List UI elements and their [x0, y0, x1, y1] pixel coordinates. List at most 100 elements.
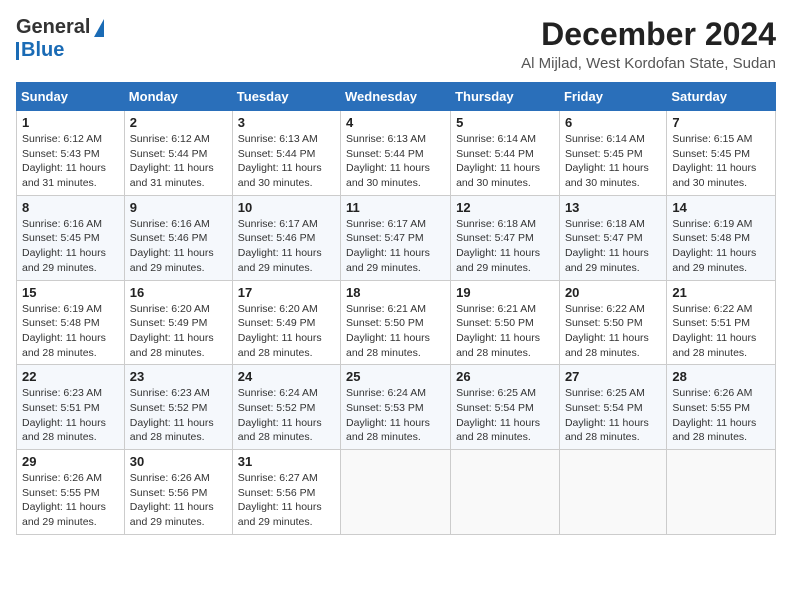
calendar-week-1: 1 Sunrise: 6:12 AMSunset: 5:43 PMDayligh…	[17, 111, 776, 196]
calendar-cell: 20 Sunrise: 6:22 AMSunset: 5:50 PMDaylig…	[559, 280, 666, 365]
calendar-cell: 4 Sunrise: 6:13 AMSunset: 5:44 PMDayligh…	[341, 111, 451, 196]
day-info: Sunrise: 6:20 AMSunset: 5:49 PMDaylight:…	[130, 303, 214, 359]
location: Al Mijlad, West Kordofan State, Sudan	[521, 55, 776, 72]
day-number: 12	[456, 200, 554, 215]
day-info: Sunrise: 6:14 AMSunset: 5:44 PMDaylight:…	[456, 133, 540, 189]
calendar-cell: 5 Sunrise: 6:14 AMSunset: 5:44 PMDayligh…	[451, 111, 560, 196]
calendar-header-row: SundayMondayTuesdayWednesdayThursdayFrid…	[17, 83, 776, 111]
calendar-cell	[341, 450, 451, 535]
day-number: 2	[130, 115, 227, 130]
day-number: 7	[672, 115, 770, 130]
day-info: Sunrise: 6:16 AMSunset: 5:46 PMDaylight:…	[130, 218, 214, 274]
day-number: 6	[565, 115, 661, 130]
calendar-cell: 18 Sunrise: 6:21 AMSunset: 5:50 PMDaylig…	[341, 280, 451, 365]
calendar-cell: 24 Sunrise: 6:24 AMSunset: 5:52 PMDaylig…	[232, 365, 340, 450]
calendar-cell	[559, 450, 666, 535]
day-info: Sunrise: 6:12 AMSunset: 5:44 PMDaylight:…	[130, 133, 214, 189]
day-info: Sunrise: 6:12 AMSunset: 5:43 PMDaylight:…	[22, 133, 106, 189]
day-number: 28	[672, 369, 770, 384]
day-info: Sunrise: 6:13 AMSunset: 5:44 PMDaylight:…	[238, 133, 322, 189]
day-number: 18	[346, 285, 445, 300]
calendar-cell: 31 Sunrise: 6:27 AMSunset: 5:56 PMDaylig…	[232, 450, 340, 535]
logo-triangle-icon	[94, 19, 104, 37]
calendar-cell: 25 Sunrise: 6:24 AMSunset: 5:53 PMDaylig…	[341, 365, 451, 450]
calendar-cell: 22 Sunrise: 6:23 AMSunset: 5:51 PMDaylig…	[17, 365, 125, 450]
day-info: Sunrise: 6:14 AMSunset: 5:45 PMDaylight:…	[565, 133, 649, 189]
day-info: Sunrise: 6:25 AMSunset: 5:54 PMDaylight:…	[565, 387, 649, 443]
day-number: 26	[456, 369, 554, 384]
calendar-cell: 1 Sunrise: 6:12 AMSunset: 5:43 PMDayligh…	[17, 111, 125, 196]
day-info: Sunrise: 6:24 AMSunset: 5:53 PMDaylight:…	[346, 387, 430, 443]
day-info: Sunrise: 6:18 AMSunset: 5:47 PMDaylight:…	[565, 218, 649, 274]
page-header: General Blue December 2024 Al Mijlad, We…	[16, 16, 776, 72]
day-info: Sunrise: 6:25 AMSunset: 5:54 PMDaylight:…	[456, 387, 540, 443]
day-info: Sunrise: 6:13 AMSunset: 5:44 PMDaylight:…	[346, 133, 430, 189]
day-info: Sunrise: 6:26 AMSunset: 5:56 PMDaylight:…	[130, 472, 214, 528]
day-number: 11	[346, 200, 445, 215]
calendar-cell: 29 Sunrise: 6:26 AMSunset: 5:55 PMDaylig…	[17, 450, 125, 535]
calendar-week-3: 15 Sunrise: 6:19 AMSunset: 5:48 PMDaylig…	[17, 280, 776, 365]
calendar-cell: 27 Sunrise: 6:25 AMSunset: 5:54 PMDaylig…	[559, 365, 666, 450]
day-number: 17	[238, 285, 335, 300]
day-info: Sunrise: 6:21 AMSunset: 5:50 PMDaylight:…	[456, 303, 540, 359]
day-info: Sunrise: 6:17 AMSunset: 5:46 PMDaylight:…	[238, 218, 322, 274]
day-info: Sunrise: 6:22 AMSunset: 5:51 PMDaylight:…	[672, 303, 756, 359]
day-number: 9	[130, 200, 227, 215]
day-number: 1	[22, 115, 119, 130]
calendar-cell: 8 Sunrise: 6:16 AMSunset: 5:45 PMDayligh…	[17, 195, 125, 280]
day-info: Sunrise: 6:23 AMSunset: 5:51 PMDaylight:…	[22, 387, 106, 443]
day-number: 13	[565, 200, 661, 215]
calendar-cell: 21 Sunrise: 6:22 AMSunset: 5:51 PMDaylig…	[667, 280, 776, 365]
day-number: 4	[346, 115, 445, 130]
day-number: 3	[238, 115, 335, 130]
calendar-week-2: 8 Sunrise: 6:16 AMSunset: 5:45 PMDayligh…	[17, 195, 776, 280]
calendar-header-wednesday: Wednesday	[341, 83, 451, 111]
calendar-cell	[451, 450, 560, 535]
logo-blue-line	[16, 42, 19, 60]
calendar-cell: 28 Sunrise: 6:26 AMSunset: 5:55 PMDaylig…	[667, 365, 776, 450]
calendar-cell: 7 Sunrise: 6:15 AMSunset: 5:45 PMDayligh…	[667, 111, 776, 196]
calendar-cell: 13 Sunrise: 6:18 AMSunset: 5:47 PMDaylig…	[559, 195, 666, 280]
day-info: Sunrise: 6:19 AMSunset: 5:48 PMDaylight:…	[22, 303, 106, 359]
logo-blue: Blue	[21, 39, 64, 62]
day-number: 27	[565, 369, 661, 384]
day-info: Sunrise: 6:20 AMSunset: 5:49 PMDaylight:…	[238, 303, 322, 359]
day-number: 8	[22, 200, 119, 215]
calendar-cell: 11 Sunrise: 6:17 AMSunset: 5:47 PMDaylig…	[341, 195, 451, 280]
day-info: Sunrise: 6:26 AMSunset: 5:55 PMDaylight:…	[672, 387, 756, 443]
calendar-cell	[667, 450, 776, 535]
calendar-cell: 30 Sunrise: 6:26 AMSunset: 5:56 PMDaylig…	[124, 450, 232, 535]
day-number: 5	[456, 115, 554, 130]
month-title: December 2024	[521, 16, 776, 53]
day-info: Sunrise: 6:17 AMSunset: 5:47 PMDaylight:…	[346, 218, 430, 274]
calendar-header-monday: Monday	[124, 83, 232, 111]
calendar-header-saturday: Saturday	[667, 83, 776, 111]
day-info: Sunrise: 6:22 AMSunset: 5:50 PMDaylight:…	[565, 303, 649, 359]
day-number: 14	[672, 200, 770, 215]
day-number: 15	[22, 285, 119, 300]
calendar-header-tuesday: Tuesday	[232, 83, 340, 111]
calendar-cell: 16 Sunrise: 6:20 AMSunset: 5:49 PMDaylig…	[124, 280, 232, 365]
calendar-week-5: 29 Sunrise: 6:26 AMSunset: 5:55 PMDaylig…	[17, 450, 776, 535]
day-number: 22	[22, 369, 119, 384]
calendar-table: SundayMondayTuesdayWednesdayThursdayFrid…	[16, 82, 776, 535]
day-info: Sunrise: 6:27 AMSunset: 5:56 PMDaylight:…	[238, 472, 322, 528]
day-number: 23	[130, 369, 227, 384]
logo: General Blue	[16, 16, 104, 62]
day-number: 31	[238, 454, 335, 469]
calendar-cell: 26 Sunrise: 6:25 AMSunset: 5:54 PMDaylig…	[451, 365, 560, 450]
calendar-week-4: 22 Sunrise: 6:23 AMSunset: 5:51 PMDaylig…	[17, 365, 776, 450]
calendar-cell: 2 Sunrise: 6:12 AMSunset: 5:44 PMDayligh…	[124, 111, 232, 196]
day-info: Sunrise: 6:23 AMSunset: 5:52 PMDaylight:…	[130, 387, 214, 443]
day-number: 10	[238, 200, 335, 215]
calendar-cell: 15 Sunrise: 6:19 AMSunset: 5:48 PMDaylig…	[17, 280, 125, 365]
calendar-cell: 9 Sunrise: 6:16 AMSunset: 5:46 PMDayligh…	[124, 195, 232, 280]
day-number: 29	[22, 454, 119, 469]
day-info: Sunrise: 6:19 AMSunset: 5:48 PMDaylight:…	[672, 218, 756, 274]
day-number: 20	[565, 285, 661, 300]
day-number: 16	[130, 285, 227, 300]
title-section: December 2024 Al Mijlad, West Kordofan S…	[521, 16, 776, 72]
day-info: Sunrise: 6:16 AMSunset: 5:45 PMDaylight:…	[22, 218, 106, 274]
day-info: Sunrise: 6:21 AMSunset: 5:50 PMDaylight:…	[346, 303, 430, 359]
day-number: 21	[672, 285, 770, 300]
